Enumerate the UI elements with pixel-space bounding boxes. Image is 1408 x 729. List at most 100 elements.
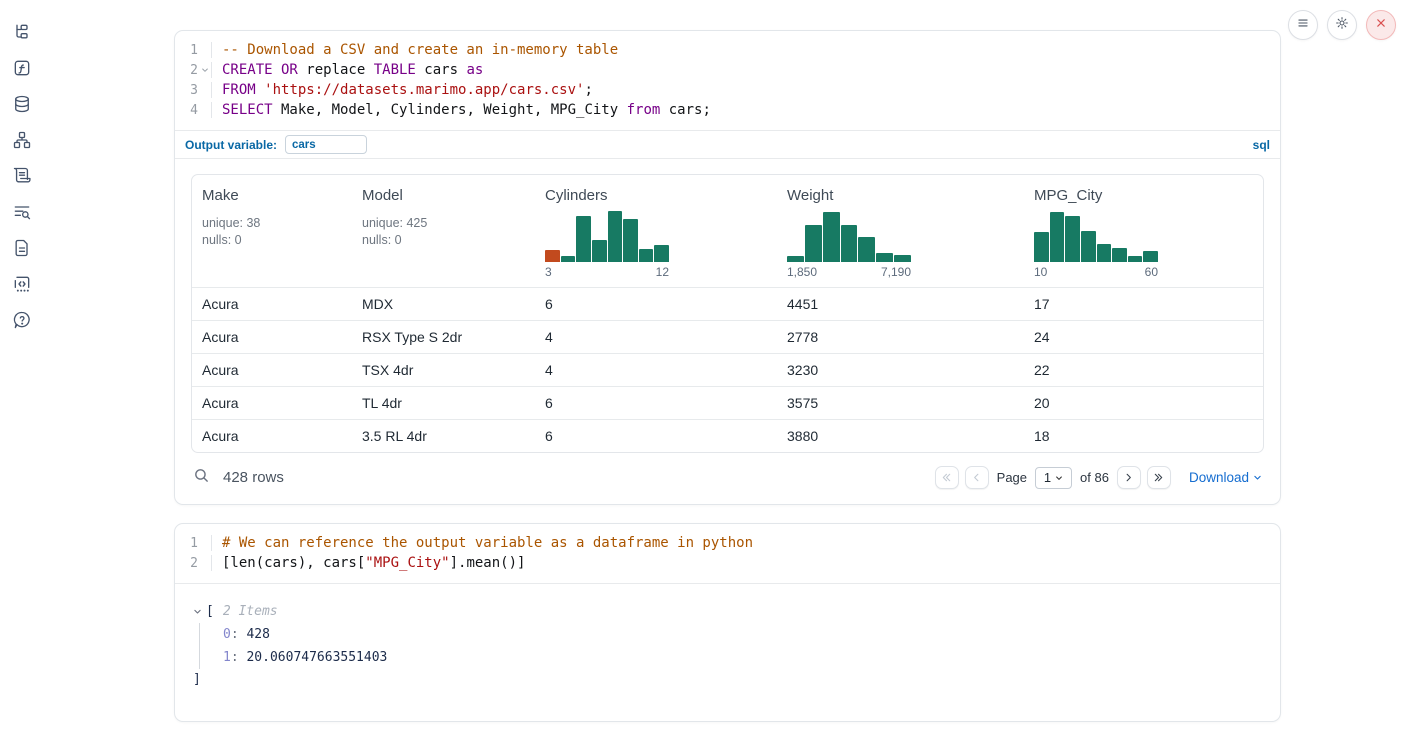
histogram-bar[interactable]: [1081, 231, 1096, 262]
histogram-bar[interactable]: [1034, 232, 1049, 262]
sidebar-panel-rail: [0, 0, 44, 729]
histogram-bar[interactable]: [608, 211, 623, 262]
fold-chevron-icon[interactable]: [198, 66, 211, 74]
sql-code-line[interactable]: 3FROM 'https://datasets.marimo.app/cars.…: [175, 80, 1280, 100]
column-header-mpg_city[interactable]: MPG_City 1060: [1024, 175, 1263, 287]
table-row[interactable]: AcuraTSX 4dr4323022: [192, 353, 1263, 386]
histogram-bar[interactable]: [1050, 212, 1065, 262]
sql-code-line[interactable]: 2CREATE OR replace TABLE cars as: [175, 60, 1280, 80]
histogram-bar[interactable]: [876, 253, 893, 262]
column-label: MPG_City: [1034, 187, 1253, 204]
histogram-bar[interactable]: [623, 219, 638, 262]
histogram-bar[interactable]: [841, 225, 858, 262]
table-cell: 6: [535, 288, 777, 320]
chevron-down-icon: [1055, 474, 1063, 482]
table-cell: 24: [1024, 321, 1263, 353]
database-icon[interactable]: [12, 94, 32, 114]
histogram-min-label: 10: [1034, 265, 1047, 279]
tree-entry[interactable]: 1: 20.060747663551403: [223, 646, 1264, 669]
sql-cell-output: Make unique: 38nulls: 0 Modelunique: 425nu…: [175, 158, 1280, 504]
table-cell: Acura: [192, 354, 352, 386]
histogram-bar[interactable]: [1097, 244, 1112, 262]
list-search-icon[interactable]: [12, 202, 32, 222]
column-label: Make: [202, 187, 342, 204]
first-page-button[interactable]: [935, 466, 959, 489]
table-cell: Acura: [192, 420, 352, 452]
histogram-bar[interactable]: [858, 237, 875, 262]
histogram-bar[interactable]: [1112, 248, 1127, 262]
function-icon[interactable]: [12, 58, 32, 78]
tree-collapse-icon[interactable]: [193, 607, 202, 616]
column-header-cylinders[interactable]: Cylinders 3 12: [535, 175, 777, 287]
shutdown-button[interactable]: [1366, 10, 1396, 40]
table-row[interactable]: Acura3.5 RL 4dr6388018: [192, 419, 1263, 452]
column-header-weight[interactable]: Weight1,8507,190: [777, 175, 1024, 287]
previous-page-button[interactable]: [965, 466, 989, 489]
table-cell: Acura: [192, 288, 352, 320]
histogram-bar[interactable]: [592, 240, 607, 262]
table-cell: 3575: [777, 387, 1024, 419]
column-header-model[interactable]: Modelunique: 425nulls: 0: [352, 175, 535, 287]
table-cell: 3880: [777, 420, 1024, 452]
help-bubble-icon[interactable]: [12, 310, 32, 330]
histogram-bar[interactable]: [805, 225, 822, 262]
histogram-bar[interactable]: [894, 255, 911, 262]
file-tree-icon[interactable]: [12, 22, 32, 42]
sql-code-editor[interactable]: 1-- Download a CSV and create an in-memo…: [175, 31, 1280, 130]
histogram-bar[interactable]: [639, 249, 654, 262]
table-header: Make unique: 38nulls: 0 Modelunique: 425nu…: [192, 175, 1263, 287]
histogram-bar[interactable]: [1128, 256, 1143, 262]
column-label: Model: [362, 187, 525, 204]
histogram-bar[interactable]: [823, 212, 840, 262]
column-stats: unique: 38nulls: 0: [202, 215, 342, 249]
python-code-line[interactable]: 2[len(cars), cars["MPG_City"].mean()]: [175, 553, 1280, 573]
language-badge[interactable]: sql: [1253, 138, 1270, 152]
histogram-max-label: 12: [656, 265, 669, 279]
code-snippet-icon[interactable]: [12, 274, 32, 294]
table-cell: 17: [1024, 288, 1263, 320]
table-cell: 6: [535, 420, 777, 452]
table-row[interactable]: AcuraMDX6445117: [192, 287, 1263, 320]
table-cell: 20: [1024, 387, 1263, 419]
histogram-bar[interactable]: [1065, 216, 1080, 262]
download-button[interactable]: Download: [1189, 470, 1262, 485]
histogram-bar[interactable]: [654, 245, 669, 262]
histogram-bar[interactable]: [787, 256, 804, 262]
sql-code-line[interactable]: 1-- Download a CSV and create an in-memo…: [175, 40, 1280, 60]
tree-entry-key: 0: [223, 627, 231, 642]
output-variable-input[interactable]: [285, 135, 367, 154]
settings-button[interactable]: [1327, 10, 1357, 40]
sql-cell: 1-- Download a CSV and create an in-memo…: [174, 30, 1281, 505]
table-cell: 2778: [777, 321, 1024, 353]
page-label: Page: [997, 470, 1027, 485]
line-number: 2: [175, 556, 211, 571]
document-icon[interactable]: [12, 238, 32, 258]
histogram-bar[interactable]: [561, 256, 576, 262]
tree-entry-key: 1: [223, 650, 231, 665]
python-code-line[interactable]: 1# We can reference the output variable …: [175, 533, 1280, 553]
column-label: Cylinders: [545, 187, 767, 204]
histogram-bar[interactable]: [545, 250, 560, 262]
tree-items-count: 2 Items: [223, 604, 278, 619]
histogram-bar[interactable]: [1143, 251, 1158, 262]
histogram-bar[interactable]: [576, 216, 591, 262]
sql-code-line[interactable]: 4SELECT Make, Model, Cylinders, Weight, …: [175, 100, 1280, 120]
scroll-icon[interactable]: [12, 166, 32, 186]
search-icon[interactable]: [193, 467, 210, 489]
next-page-button[interactable]: [1117, 466, 1141, 489]
table-footer: 428 rows Page 1: [191, 453, 1264, 492]
last-page-button[interactable]: [1147, 466, 1171, 489]
python-code-editor[interactable]: 1# We can reference the output variable …: [175, 524, 1280, 583]
menu-button[interactable]: [1288, 10, 1318, 40]
table-cell: 22: [1024, 354, 1263, 386]
page-select[interactable]: 1: [1035, 467, 1072, 489]
column-header-make[interactable]: Make unique: 38nulls: 0: [192, 175, 352, 287]
graph-icon[interactable]: [12, 130, 32, 150]
tree-entry[interactable]: 0: 428: [223, 623, 1264, 646]
table-cell: 4451: [777, 288, 1024, 320]
chevron-down-icon: [1253, 473, 1262, 482]
table-row[interactable]: AcuraRSX Type S 2dr4277824: [192, 320, 1263, 353]
histogram-min-label: 3: [545, 265, 552, 279]
table-row[interactable]: AcuraTL 4dr6357520: [192, 386, 1263, 419]
column-histogram: 1060: [1034, 210, 1158, 279]
